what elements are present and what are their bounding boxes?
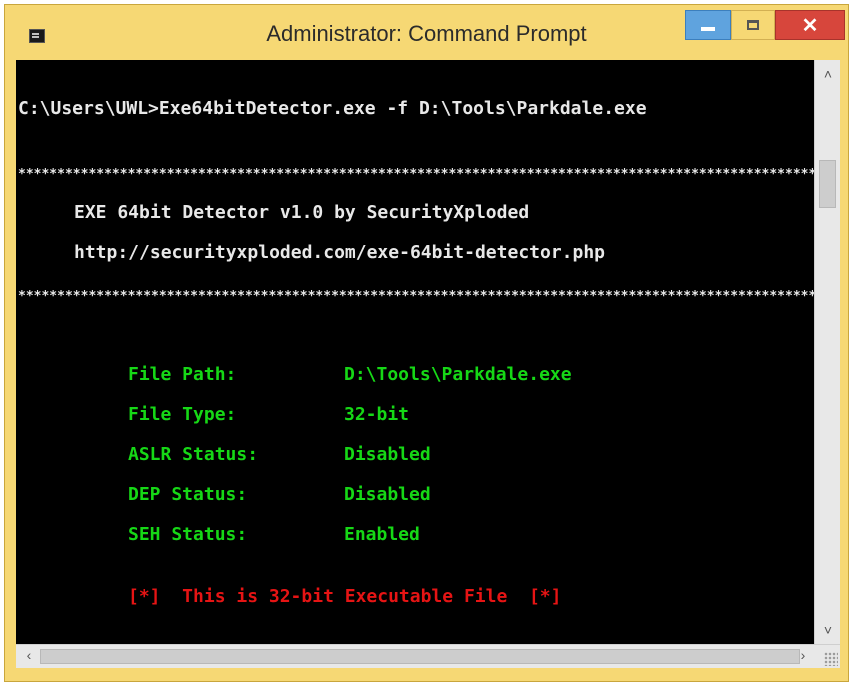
separator-top: ****************************************… [18, 167, 814, 182]
result-value: D:\Tools\Parkdale.exe [344, 364, 572, 385]
result-label: ASLR Status: [128, 444, 259, 465]
chevron-down-icon[interactable]: ˅ [815, 622, 841, 638]
title-bar[interactable]: Administrator: Command Prompt ✕ [5, 5, 848, 57]
result-label: SEH Status: [128, 524, 248, 545]
horizontal-scroll-thumb[interactable] [40, 649, 800, 664]
verdict-line: [*] This is 32-bit Executable File [*] [128, 586, 562, 607]
result-value: Enabled [344, 524, 420, 545]
result-label: File Path: [128, 364, 237, 385]
banner-url: http://securityxploded.com/exe-64bit-det… [74, 242, 606, 263]
result-value: Disabled [344, 484, 431, 505]
result-value: Disabled [344, 444, 431, 465]
chevron-up-icon[interactable]: ˄ [815, 66, 841, 82]
separator-bottom: ****************************************… [18, 289, 814, 304]
result-label: DEP Status: [128, 484, 248, 505]
result-label: File Type: [128, 404, 237, 425]
banner-title: EXE 64bit Detector v1.0 by SecurityXplod… [74, 202, 530, 223]
maximize-button[interactable] [731, 10, 775, 40]
close-button[interactable]: ✕ [775, 10, 845, 40]
chevron-left-icon[interactable]: ‹ [16, 647, 42, 663]
console-output[interactable]: C:\Users\UWL>Exe64bitDetector.exe -f D:\… [16, 60, 814, 644]
chevron-right-icon[interactable]: › [790, 647, 816, 663]
horizontal-scrollbar[interactable]: ‹ › [16, 644, 840, 668]
minimize-button[interactable] [685, 10, 731, 40]
command-line: C:\Users\UWL>Exe64bitDetector.exe -f D:\… [18, 98, 647, 119]
minimize-icon [701, 27, 715, 31]
vertical-scroll-thumb[interactable] [819, 160, 836, 208]
maximize-icon [747, 20, 759, 30]
close-icon: ✕ [801, 14, 819, 37]
result-value: 32-bit [344, 404, 410, 425]
resize-grip[interactable] [824, 652, 838, 666]
vertical-scrollbar[interactable]: ˄ ˅ [814, 60, 840, 644]
